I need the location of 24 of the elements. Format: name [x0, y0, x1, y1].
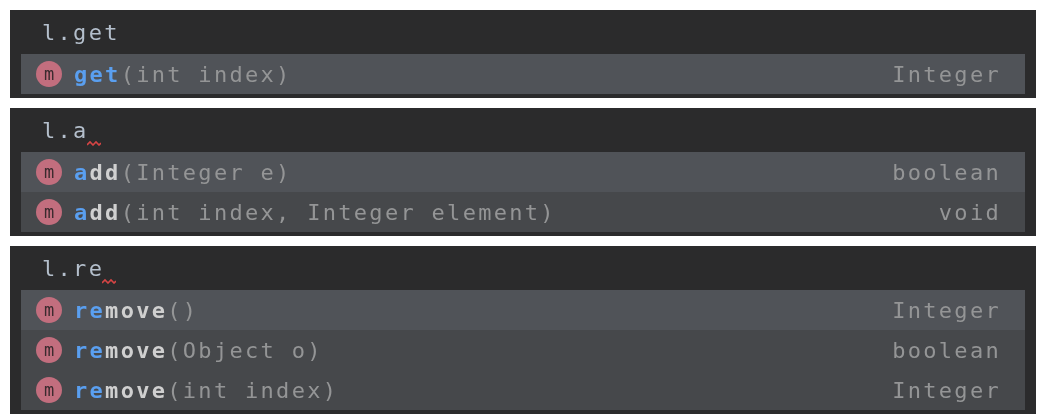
return-type: Integer — [892, 377, 1001, 403]
method-signature: remove(int index) — [74, 377, 340, 403]
return-type: Integer — [892, 297, 1001, 323]
method-icon: m — [36, 377, 62, 403]
return-type: Integer — [892, 61, 1001, 87]
completion-item[interactable]: m remove() Integer — [21, 290, 1025, 330]
method-icon: m — [36, 159, 62, 185]
method-icon: m — [36, 199, 62, 225]
method-signature: add(int index, Integer element) — [74, 199, 557, 225]
completion-item[interactable]: m add(Integer e) boolean — [21, 152, 1025, 192]
method-icon: m — [36, 337, 62, 363]
completion-item[interactable]: m get(int index) Integer — [21, 54, 1025, 94]
method-signature: get(int index) — [74, 61, 293, 87]
code-text: l.get — [42, 19, 120, 45]
return-type: boolean — [892, 159, 1001, 185]
method-signature: add(Integer e) — [74, 159, 293, 185]
code-text: l.a — [42, 117, 89, 143]
method-signature: remove() — [74, 297, 200, 323]
method-icon: m — [36, 297, 62, 323]
code-text: l.re — [42, 255, 105, 281]
return-type: void — [938, 199, 1001, 225]
return-type: boolean — [892, 337, 1001, 363]
method-icon: m — [36, 61, 62, 87]
method-signature: remove(Object o) — [74, 337, 324, 363]
